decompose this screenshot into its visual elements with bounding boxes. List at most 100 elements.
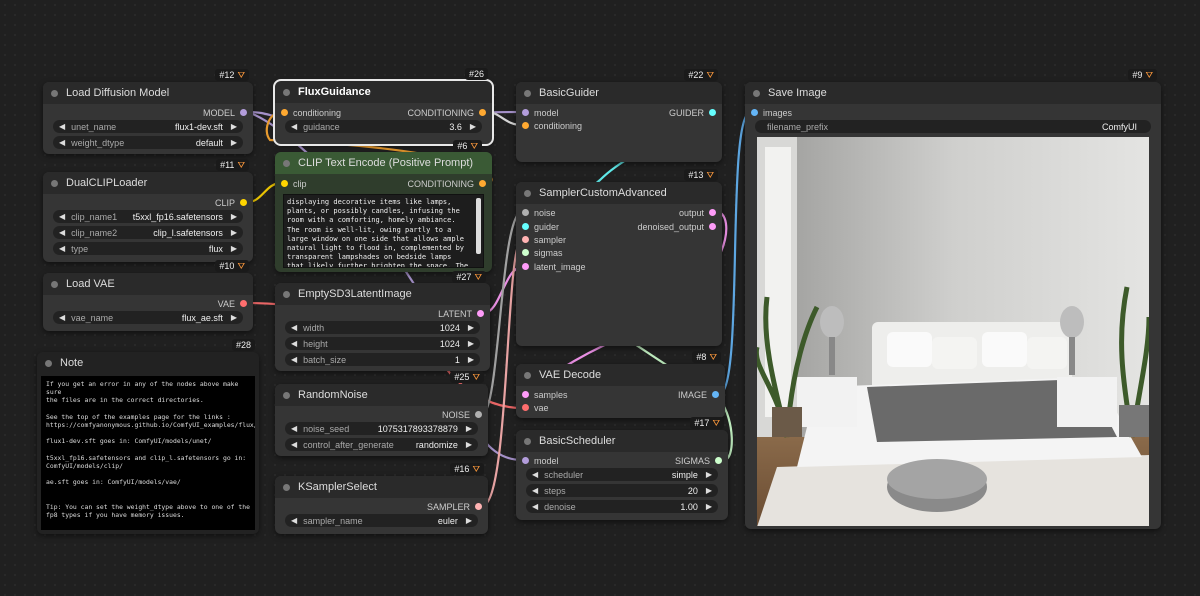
widget-unet-name[interactable]: ◀ unet_name flux1-dev.sft ▶ bbox=[53, 120, 243, 133]
output-slot-sampler[interactable]: SAMPLER bbox=[427, 500, 482, 513]
note-textarea[interactable]: If you get an error in any of the nodes … bbox=[41, 376, 255, 530]
arrow-right-icon[interactable]: ▶ bbox=[468, 323, 474, 332]
output-slot-clip[interactable]: CLIP bbox=[215, 196, 247, 209]
input-slot-model[interactable]: model bbox=[522, 106, 559, 119]
collapse-dot-icon[interactable] bbox=[283, 483, 290, 491]
arrow-left-icon[interactable]: ◀ bbox=[59, 228, 65, 237]
node-header[interactable]: SamplerCustomAdvanced bbox=[516, 182, 722, 204]
arrow-left-icon[interactable]: ◀ bbox=[291, 440, 297, 449]
input-slot-vae[interactable]: vae bbox=[522, 401, 549, 414]
node-ksampler-select[interactable]: #16 ⛛ KSamplerSelect SAMPLER ◀ sampler_nam… bbox=[275, 463, 488, 534]
arrow-left-icon[interactable]: ◀ bbox=[532, 470, 538, 479]
pin-icon[interactable] bbox=[522, 109, 529, 116]
widget-height[interactable]: ◀ height 1024 ▶ bbox=[285, 337, 480, 350]
node-header[interactable]: RandomNoise bbox=[275, 384, 488, 406]
textarea-scrollbar[interactable] bbox=[476, 198, 481, 254]
widget-batch-size[interactable]: ◀ batch_size 1 ▶ bbox=[285, 353, 480, 366]
node-header[interactable]: KSamplerSelect bbox=[275, 476, 488, 498]
arrow-right-icon[interactable]: ▶ bbox=[468, 339, 474, 348]
arrow-right-icon[interactable]: ▶ bbox=[231, 212, 237, 221]
collapse-dot-icon[interactable] bbox=[283, 391, 290, 399]
arrow-left-icon[interactable]: ◀ bbox=[291, 323, 297, 332]
pin-icon[interactable] bbox=[240, 300, 247, 307]
node-load-vae[interactable]: #10 ⛛ Load VAE VAE ◀ vae_name flux_ae.sft ▶ bbox=[43, 260, 253, 331]
node-header[interactable]: FluxGuidance bbox=[275, 81, 492, 103]
output-slot-sigmas[interactable]: SIGMAS bbox=[675, 454, 722, 467]
pin-icon[interactable] bbox=[522, 457, 529, 464]
pin-icon[interactable] bbox=[475, 411, 482, 418]
node-note[interactable]: #28 Note If you get an error in any of t… bbox=[37, 339, 259, 534]
node-flux-guidance[interactable]: #26 FluxGuidance conditioning CONDITIONI… bbox=[273, 68, 494, 146]
arrow-right-icon[interactable]: ▶ bbox=[470, 122, 476, 131]
collapse-dot-icon[interactable] bbox=[524, 371, 531, 379]
pin-icon[interactable] bbox=[522, 236, 529, 243]
collapse-dot-icon[interactable] bbox=[51, 89, 58, 97]
arrow-left-icon[interactable]: ◀ bbox=[59, 212, 65, 221]
prompt-textarea[interactable]: displaying decorative items like lamps, … bbox=[283, 194, 484, 268]
arrow-right-icon[interactable]: ▶ bbox=[466, 440, 472, 449]
arrow-left-icon[interactable]: ◀ bbox=[532, 486, 538, 495]
arrow-right-icon[interactable]: ▶ bbox=[706, 486, 712, 495]
input-slot-sigmas[interactable]: sigmas bbox=[522, 246, 563, 259]
arrow-right-icon[interactable]: ▶ bbox=[706, 470, 712, 479]
node-empty-latent-image[interactable]: #27 ⛛ EmptySD3LatentImage LATENT ◀ width 10… bbox=[275, 271, 490, 371]
widget-scheduler[interactable]: ◀ scheduler simple ▶ bbox=[526, 468, 718, 481]
output-slot-output[interactable]: output bbox=[679, 206, 716, 219]
pin-icon[interactable] bbox=[522, 122, 529, 129]
generated-image-preview[interactable] bbox=[757, 137, 1149, 526]
input-slot-noise[interactable]: noise bbox=[522, 206, 556, 219]
collapse-dot-icon[interactable] bbox=[524, 189, 531, 197]
output-slot-guider[interactable]: GUIDER bbox=[669, 106, 716, 119]
node-header[interactable]: Load Diffusion Model bbox=[43, 82, 253, 104]
node-header[interactable]: Load VAE bbox=[43, 273, 253, 295]
input-slot-clip[interactable]: clip bbox=[281, 177, 307, 190]
pin-icon[interactable] bbox=[522, 263, 529, 270]
pin-icon[interactable] bbox=[240, 109, 247, 116]
widget-steps[interactable]: ◀ steps 20 ▶ bbox=[526, 484, 718, 497]
arrow-right-icon[interactable]: ▶ bbox=[466, 516, 472, 525]
node-header[interactable]: Save Image bbox=[745, 82, 1161, 104]
pin-icon[interactable] bbox=[281, 180, 288, 187]
input-slot-latent-image[interactable]: latent_image bbox=[522, 260, 586, 273]
node-save-image[interactable]: #9 ⛛ Save Image images filename_prefix Com… bbox=[745, 69, 1161, 529]
pin-icon[interactable] bbox=[709, 223, 716, 230]
node-random-noise[interactable]: #25 ⛛ RandomNoise NOISE ◀ noise_seed 107531… bbox=[275, 371, 488, 456]
collapse-dot-icon[interactable] bbox=[45, 359, 52, 367]
collapse-dot-icon[interactable] bbox=[753, 89, 760, 97]
pin-icon[interactable] bbox=[712, 391, 719, 398]
widget-type[interactable]: ◀ type flux ▶ bbox=[53, 242, 243, 255]
pin-icon[interactable] bbox=[479, 109, 486, 116]
node-header[interactable]: BasicGuider bbox=[516, 82, 722, 104]
widget-weight-dtype[interactable]: ◀ weight_dtype default ▶ bbox=[53, 136, 243, 149]
node-header[interactable]: CLIP Text Encode (Positive Prompt) bbox=[275, 152, 492, 174]
collapse-dot-icon[interactable] bbox=[283, 159, 290, 167]
arrow-left-icon[interactable]: ◀ bbox=[59, 313, 65, 322]
output-slot-denoised-output[interactable]: denoised_output bbox=[637, 220, 716, 233]
arrow-left-icon[interactable]: ◀ bbox=[291, 516, 297, 525]
node-clip-text-encode[interactable]: #6 ⛛ CLIP Text Encode (Positive Prompt) c… bbox=[275, 140, 492, 272]
pin-icon[interactable] bbox=[709, 209, 716, 216]
pin-icon[interactable] bbox=[479, 180, 486, 187]
arrow-right-icon[interactable]: ▶ bbox=[231, 228, 237, 237]
widget-sampler-name[interactable]: ◀ sampler_name euler ▶ bbox=[285, 514, 478, 527]
widget-width[interactable]: ◀ width 1024 ▶ bbox=[285, 321, 480, 334]
pin-icon[interactable] bbox=[522, 249, 529, 256]
arrow-right-icon[interactable]: ▶ bbox=[231, 122, 237, 131]
pin-icon[interactable] bbox=[522, 209, 529, 216]
input-slot-sampler[interactable]: sampler bbox=[522, 233, 566, 246]
node-dual-clip-loader[interactable]: #11 ⛛ DualCLIPLoader CLIP ◀ clip_name1 t5xx… bbox=[43, 159, 253, 262]
pin-icon[interactable] bbox=[240, 199, 247, 206]
node-header[interactable]: EmptySD3LatentImage bbox=[275, 283, 490, 305]
node-header[interactable]: VAE Decode bbox=[516, 364, 725, 386]
output-slot-conditioning[interactable]: CONDITIONING bbox=[408, 177, 486, 190]
pin-icon[interactable] bbox=[751, 109, 758, 116]
arrow-right-icon[interactable]: ▶ bbox=[466, 424, 472, 433]
output-slot-latent[interactable]: LATENT bbox=[438, 307, 484, 320]
output-slot-noise[interactable]: NOISE bbox=[442, 408, 482, 421]
arrow-right-icon[interactable]: ▶ bbox=[231, 244, 237, 253]
arrow-left-icon[interactable]: ◀ bbox=[291, 339, 297, 348]
node-header[interactable]: Note bbox=[37, 352, 259, 374]
arrow-left-icon[interactable]: ◀ bbox=[291, 122, 297, 131]
input-slot-conditioning[interactable]: conditioning bbox=[281, 106, 341, 119]
widget-guidance[interactable]: ◀ guidance 3.6 ▶ bbox=[285, 120, 482, 133]
